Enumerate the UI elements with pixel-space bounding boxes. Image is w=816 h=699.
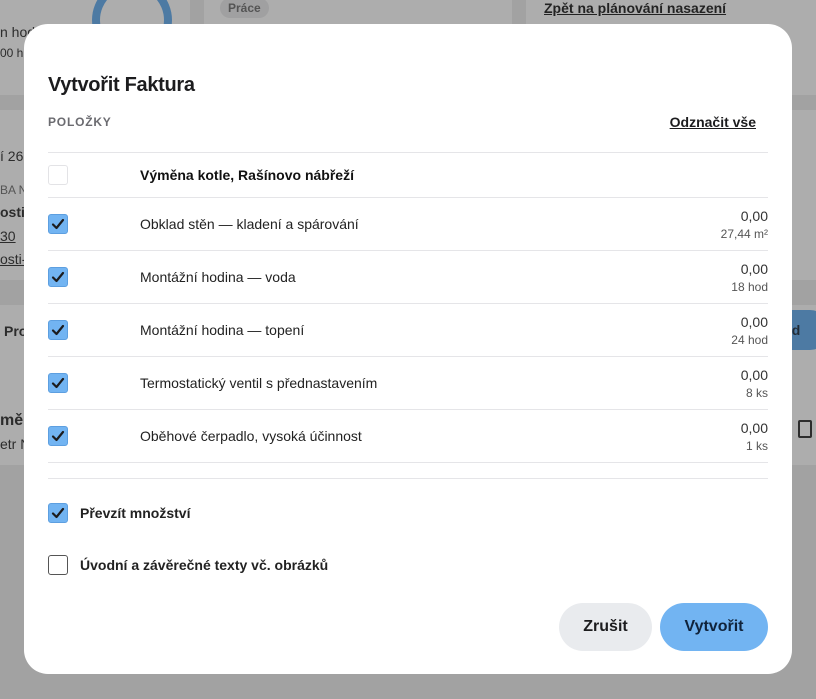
section-divider (48, 478, 768, 479)
checkmark-icon (51, 324, 65, 336)
checkmark-icon (51, 218, 65, 230)
checkmark-icon (51, 377, 65, 389)
item-name: Montážní hodina — voda (140, 269, 296, 285)
item-row[interactable]: Obklad stěn — kladení a spárování 0,00 2… (48, 198, 768, 251)
item-checkbox[interactable] (48, 267, 68, 287)
deselect-all-link[interactable]: Odznačit vše (670, 114, 756, 130)
intro-texts-label: Úvodní a závěrečné texty vč. obrázků (80, 557, 329, 573)
item-row[interactable]: Montážní hodina — topení 0,00 24 hod (48, 304, 768, 357)
item-checkbox[interactable] (48, 320, 68, 340)
intro-texts-checkbox[interactable] (48, 555, 68, 575)
take-quantity-option[interactable]: Převzít množství (48, 503, 190, 523)
group-name: Výměna kotle, Rašínovo nábřeží (140, 167, 354, 183)
dialog-title: Vytvořit Faktura (48, 74, 195, 96)
cancel-button[interactable]: Zrušit (559, 603, 652, 651)
take-quantity-checkbox[interactable] (48, 503, 68, 523)
take-quantity-label: Převzít množství (80, 505, 191, 521)
item-row[interactable]: Termostatický ventil s přednastavením 0,… (48, 357, 768, 410)
item-name: Termostatický ventil s přednastavením (140, 375, 378, 391)
checkmark-icon (51, 430, 65, 442)
intro-texts-option[interactable]: Úvodní a závěrečné texty vč. obrázků (48, 555, 328, 575)
item-name: Obklad stěn — kladení a spárování (140, 216, 359, 232)
group-checkbox (48, 165, 68, 185)
item-quantity: 24 hod (731, 333, 768, 347)
item-amount: 0,00 8 ks (741, 367, 768, 400)
item-price: 0,00 (740, 420, 768, 436)
item-checkbox[interactable] (48, 214, 68, 234)
create-invoice-dialog: Vytvořit Faktura POLOŽKY Odznačit vše Vý… (24, 24, 792, 674)
item-name: Montážní hodina — topení (140, 322, 305, 338)
item-name: Oběhové čerpadlo, vysoká účinnost (140, 428, 362, 444)
item-quantity: 18 hod (731, 280, 768, 294)
item-price: 0,00 (740, 261, 768, 277)
checkmark-icon (51, 507, 65, 519)
item-row[interactable]: Oběhové čerpadlo, vysoká účinnost 0,00 1… (48, 410, 768, 463)
item-checkbox[interactable] (48, 426, 68, 446)
group-row: Výměna kotle, Rašínovo nábřeží (48, 153, 768, 198)
item-amount: 0,00 18 hod (731, 261, 768, 294)
item-price: 0,00 (740, 208, 768, 224)
create-button[interactable]: Vytvořit (660, 603, 768, 651)
item-quantity: 8 ks (745, 386, 768, 400)
item-price: 0,00 (740, 314, 768, 330)
item-amount: 0,00 24 hod (731, 314, 768, 347)
items-list: Výměna kotle, Rašínovo nábřeží Obklad st… (48, 152, 768, 463)
item-quantity: 1 ks (745, 439, 768, 453)
items-section-label: POLOŽKY (48, 115, 112, 129)
item-amount: 0,00 1 ks (741, 420, 768, 453)
item-row[interactable]: Montážní hodina — voda 0,00 18 hod (48, 251, 768, 304)
item-quantity: 27,44 m² (720, 227, 768, 241)
checkmark-icon (51, 271, 65, 283)
item-checkbox[interactable] (48, 373, 68, 393)
item-amount: 0,00 27,44 m² (721, 208, 768, 241)
item-price: 0,00 (740, 367, 768, 383)
